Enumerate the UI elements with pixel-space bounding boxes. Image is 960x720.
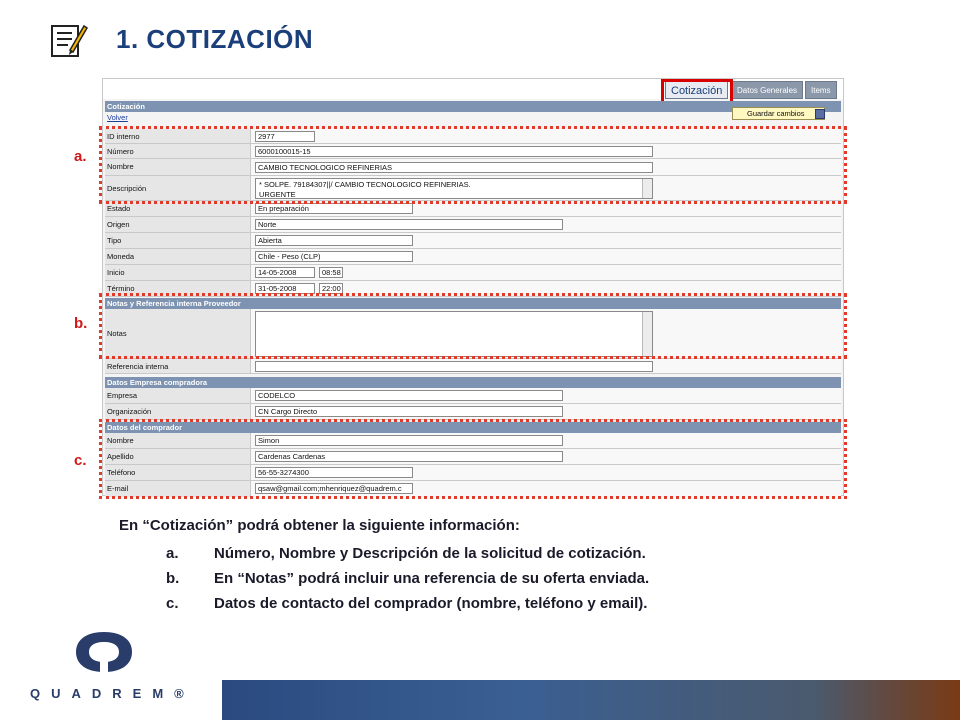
label-empresa: Empresa xyxy=(105,388,251,403)
referencia-interna-field[interactable] xyxy=(255,361,653,372)
label-tipo: Tipo xyxy=(105,233,251,248)
save-button[interactable]: Guardar cambios xyxy=(732,107,825,120)
description-item-c: c. Datos de contacto del comprador (nombr… xyxy=(166,595,647,612)
row-empresa: Empresa CODELCO xyxy=(105,388,841,404)
description-text-b: En “Notas” podrá incluir una referencia … xyxy=(214,570,650,587)
inicio-date-field[interactable]: 14-05-2008 xyxy=(255,267,315,278)
annotation-box-a xyxy=(99,126,847,204)
origen-field[interactable]: Norte xyxy=(255,219,563,230)
empresa-section-header: Datos Empresa compradora xyxy=(105,377,841,388)
save-icon[interactable] xyxy=(815,109,825,119)
marker-a: a. xyxy=(74,148,87,165)
description-text-a: Número, Nombre y Descripción de la solic… xyxy=(214,545,646,562)
label-moneda: Moneda xyxy=(105,249,251,264)
empresa-field[interactable]: CODELCO xyxy=(255,390,563,401)
description-intro: En “Cotización” podrá obtener la siguien… xyxy=(119,517,520,534)
row-moneda: Moneda Chile - Peso (CLP) xyxy=(105,249,841,265)
marker-b: b. xyxy=(74,315,88,332)
form-header: Cotización xyxy=(105,101,841,112)
annotation-box-c xyxy=(99,419,847,499)
description-letter-c: c. xyxy=(166,595,179,612)
edit-document-icon xyxy=(51,24,88,57)
description-item-b: b. En “Notas” podrá incluir una referenci… xyxy=(166,570,649,587)
label-referencia-interna: Referencia interna xyxy=(105,359,251,373)
moneda-field[interactable]: Chile - Peso (CLP) xyxy=(255,251,413,262)
row-organizacion: Organización CN Cargo Directo xyxy=(105,404,841,420)
label-organizacion: Organización xyxy=(105,404,251,419)
tipo-field[interactable]: Abierta xyxy=(255,235,413,246)
tab-datos-generales[interactable]: Datos Generales xyxy=(731,81,804,99)
annotation-box-b xyxy=(99,293,847,359)
footer-bar xyxy=(222,680,960,720)
row-referencia: Referencia interna xyxy=(105,359,841,374)
back-link[interactable]: Volver xyxy=(107,113,128,122)
page-title: 1. COTIZACIÓN xyxy=(116,24,314,54)
description-text-c: Datos de contacto del comprador (nombre,… xyxy=(214,595,648,612)
description-letter-b: b. xyxy=(166,570,180,587)
row-inicio: Inicio 14-05-2008 08:58 xyxy=(105,265,841,281)
tab-items[interactable]: Items xyxy=(805,81,837,99)
description-item-a: a. Número, Nombre y Descripción de la sol… xyxy=(166,545,646,562)
label-inicio: Inicio xyxy=(105,265,251,280)
marker-c: c. xyxy=(74,452,87,469)
row-tipo: Tipo Abierta xyxy=(105,233,841,249)
tab-bar: Cotización Datos Generales Items xyxy=(103,79,843,104)
description-letter-a: a. xyxy=(166,545,179,562)
inicio-time-field[interactable]: 08:58 xyxy=(319,267,343,278)
label-origen: Origen xyxy=(105,217,251,232)
organizacion-field[interactable]: CN Cargo Directo xyxy=(255,406,563,417)
estado-field[interactable]: En preparación xyxy=(255,203,413,214)
quadrem-wordmark: QUADREM® xyxy=(30,686,195,701)
row-origen: Origen Norte xyxy=(105,217,841,233)
quadrem-logo-icon xyxy=(76,632,132,674)
